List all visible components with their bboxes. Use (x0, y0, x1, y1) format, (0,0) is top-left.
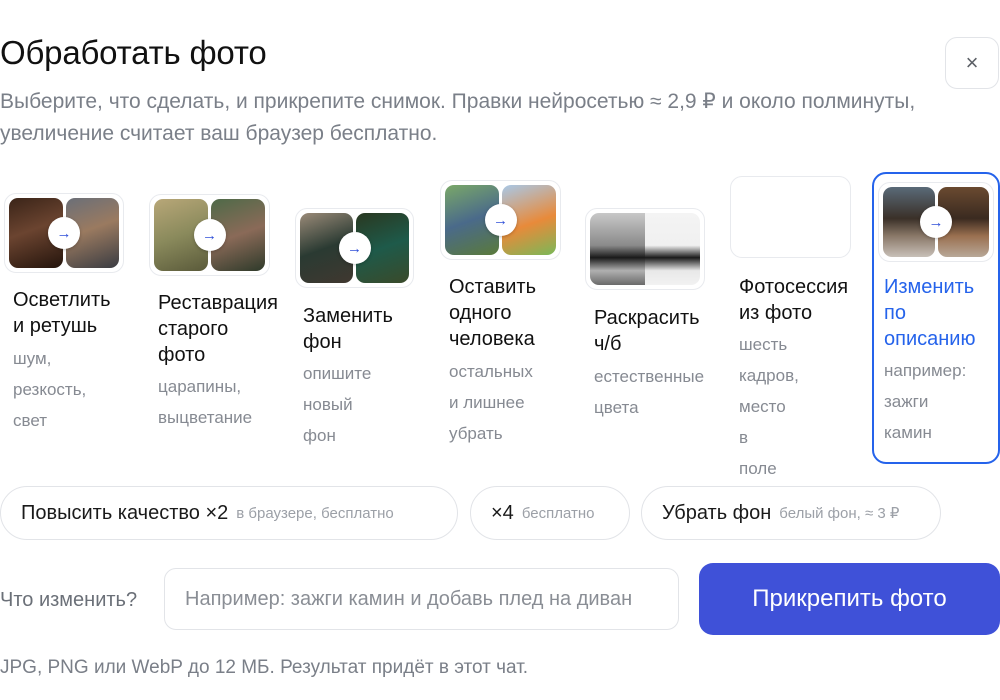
card-description: царапины, выцветание (158, 377, 253, 427)
arrow-right-icon: → (338, 232, 371, 264)
chip-label: Повысить качество ×2 (21, 501, 229, 524)
arrow-right-icon: → (48, 217, 80, 249)
replace-background-preview: → (295, 208, 414, 288)
upscale-x4-chip[interactable]: ×4 бесплатно (470, 486, 630, 540)
card-description: шесть кадров, место в поле (739, 335, 799, 478)
colorize-preview (585, 208, 705, 290)
close-icon: × (965, 50, 979, 75)
chip-note: в браузере, бесплатно (236, 504, 394, 522)
card-label: Реставрация старого фото (158, 292, 278, 366)
card-label: Заменить фон (303, 305, 393, 353)
chip-note: бесплатно (521, 504, 595, 522)
card-description: опишите новый фон (303, 364, 372, 445)
remove-background-chip[interactable]: Убрать фон белый фон, ≈ 3 ₽ (641, 486, 941, 540)
card-label: Фотосессия из фото (739, 276, 849, 324)
brighten-retouch-preview: → (4, 193, 124, 273)
keep-one-person-preview: → (440, 180, 561, 260)
attach-photo-button[interactable]: Прикрепить фото (699, 563, 1000, 635)
card-description: остальных и лишнее убрать (449, 362, 533, 443)
arrow-right-icon: → (920, 206, 952, 238)
card-description: например: зажги камин (884, 361, 967, 442)
footer-note: JPG, PNG или WebP до 12 МБ. Результат пр… (0, 657, 529, 678)
arrow-right-icon: → (193, 219, 226, 251)
card-description: естественные цвета (594, 367, 705, 417)
chip-note: белый фон, ≈ 3 ₽ (779, 505, 900, 522)
restore-old-photo-preview: → (149, 194, 270, 276)
prompt-input[interactable] (164, 568, 679, 630)
card-label: Осветлить и ретушь (13, 289, 111, 337)
chip-label: Убрать фон (662, 501, 772, 524)
photoshoot-preview (730, 176, 851, 258)
page-title: Обработать фото (0, 34, 267, 71)
arrow-right-icon: → (484, 204, 517, 236)
page-subtitle: Выберите, что сделать, и прикрепите сним… (0, 90, 916, 145)
card-label: Изменить по описанию (884, 276, 976, 350)
card-label: Оставить одного человека (449, 276, 536, 350)
card-label: Раскрасить ч/б (594, 307, 700, 355)
close-button[interactable]: × (945, 37, 999, 89)
edit-by-description-preview: → (878, 182, 994, 262)
prompt-label: Что изменить? (0, 589, 138, 611)
upscale-x2-chip[interactable]: Повысить качество ×2 в браузере, бесплат… (0, 486, 458, 540)
card-description: шум, резкость, свет (13, 349, 87, 430)
chip-label: ×4 (491, 501, 514, 524)
